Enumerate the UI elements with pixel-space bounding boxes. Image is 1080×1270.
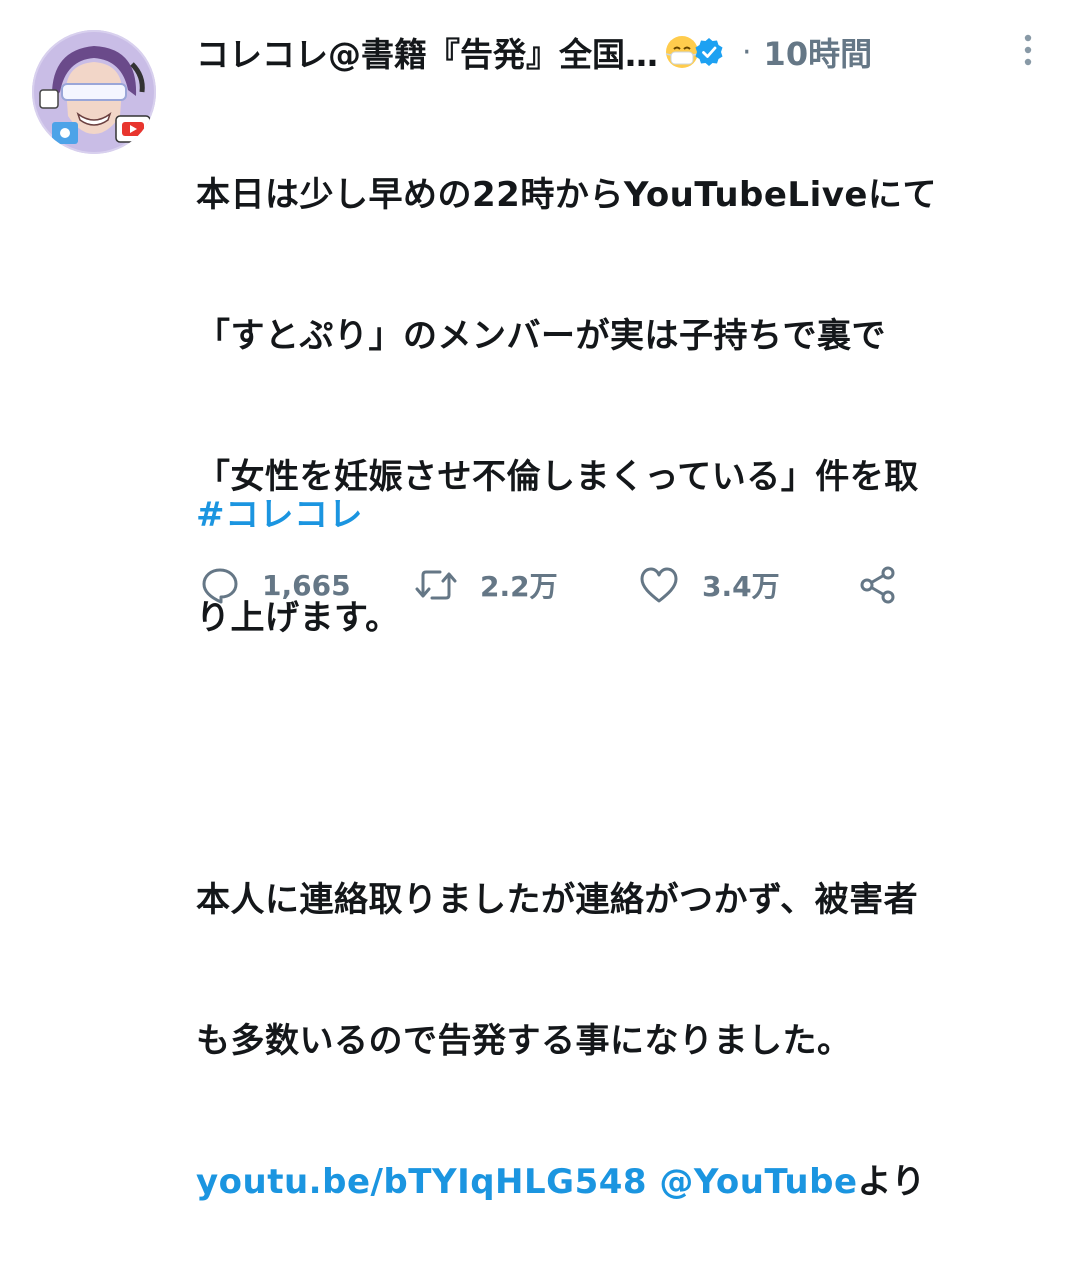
tweet-text: 本日は少し早めの22時からYouTubeLiveにて 「すとぷり」のメンバーが実… bbox=[196, 78, 1066, 1270]
link-suffix: より bbox=[857, 1162, 926, 1202]
more-vertical-icon[interactable] bbox=[1018, 32, 1038, 72]
reply-icon bbox=[200, 565, 240, 605]
verified-badge-icon bbox=[694, 37, 724, 67]
tweet-text-line: 本日は少し早めの22時からYouTubeLiveにて bbox=[196, 175, 937, 215]
avatar-image bbox=[32, 30, 156, 154]
tweet-text-line: も多数いるので告発する事になりました。 bbox=[196, 1021, 852, 1061]
youtube-mention-link[interactable]: @YouTube bbox=[659, 1162, 857, 1202]
avatar[interactable] bbox=[32, 30, 156, 154]
tweet-header: コレコレ@書籍『告発』全国… · 10時間 bbox=[196, 28, 1056, 76]
retweet-button[interactable]: 2.2万 bbox=[414, 560, 558, 610]
timestamp[interactable]: 10時間 bbox=[764, 29, 873, 75]
hashtag-link[interactable]: #コレコレ bbox=[196, 487, 363, 536]
share-button[interactable] bbox=[858, 560, 898, 610]
like-button[interactable]: 3.4万 bbox=[638, 560, 780, 610]
heart-icon bbox=[638, 565, 680, 605]
tweet-link-line: youtu.be/bTYIqHLG548 @YouTubeより bbox=[196, 1159, 1066, 1206]
youtube-link[interactable]: youtu.be/bTYIqHLG548 bbox=[196, 1162, 647, 1202]
reply-button[interactable]: 1,665 bbox=[200, 560, 351, 610]
like-count: 3.4万 bbox=[702, 570, 780, 603]
tweet-text-line: 「すとぷり」のメンバーが実は子持ちで裏で bbox=[196, 316, 886, 356]
display-name[interactable]: コレコレ@書籍『告発』全国… bbox=[196, 28, 658, 76]
reply-count: 1,665 bbox=[262, 568, 351, 602]
share-icon bbox=[858, 565, 898, 605]
tweet-text-line: 本人に連絡取りましたが連絡がつかず、被害者 bbox=[196, 880, 919, 920]
separator-dot: · bbox=[742, 34, 752, 70]
tweet-actions: 1,665 2.2万 3.4万 bbox=[196, 560, 956, 610]
retweet-count: 2.2万 bbox=[480, 570, 558, 603]
tweet-card[interactable]: コレコレ@書籍『告発』全国… · 10時間 本日は少し早めの22時からYouTu… bbox=[0, 0, 1080, 1202]
retweet-icon bbox=[414, 565, 458, 605]
